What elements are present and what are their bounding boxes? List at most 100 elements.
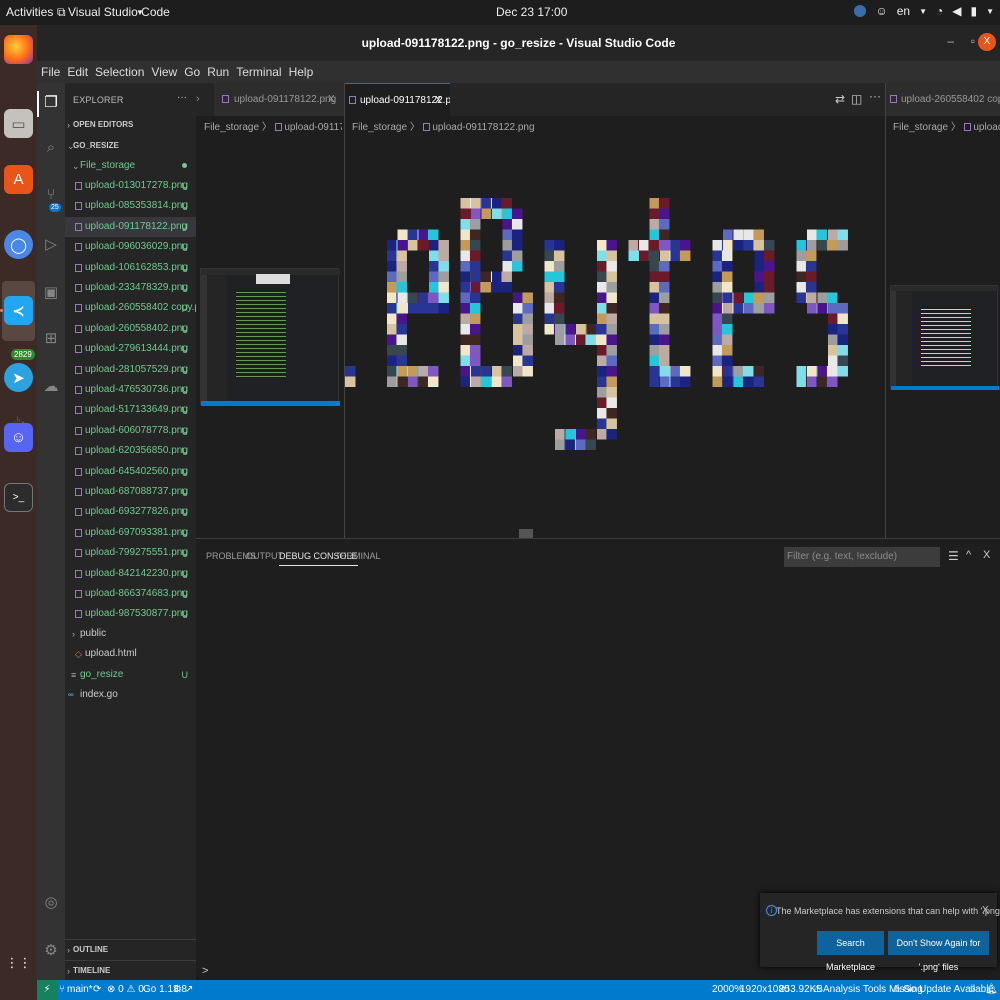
breadcrumb[interactable]: File_storage 〉 upload-091178122.png [352,118,872,133]
image-viewer-zoomed[interactable] [345,135,885,538]
remote-explorer-icon[interactable]: ▣ [41,283,61,303]
app-menu[interactable]: Visual Studio Code [68,5,170,19]
search-icon[interactable]: ⌕ [41,139,61,159]
extensions-icon[interactable]: ⊞ [41,329,61,349]
tab-left-image[interactable]: upload-091178122.png X [214,83,344,116]
battery-icon[interactable]: ▮ [970,4,977,18]
file-row[interactable]: upload-260558402.png U [65,319,196,339]
project-section[interactable]: ⌄ GO_RESIZE [65,136,196,156]
file-index-go[interactable]: ∞ index.go [65,685,196,705]
system-tray[interactable]: ☺ en ▼ ◔ ◀ ▮ ▼ [854,4,994,18]
breadcrumb-file[interactable]: upload-091178122.png [284,122,342,133]
search-marketplace-button[interactable]: Search Marketplace [817,931,884,972]
git-branch[interactable]: main* [67,984,93,995]
terminal-icon[interactable]: >_ [4,483,33,512]
menu-edit[interactable]: Edit [67,65,88,79]
maximize-icon[interactable]: ▫ [971,34,975,48]
file-row[interactable]: upload-799275551.png U [65,543,196,563]
menu-file[interactable]: File [41,65,60,79]
problems-count[interactable]: ⊗ 0 ⚠ 0 [107,984,144,995]
breadcrumb-folder[interactable]: File_storage [352,122,407,133]
file-row[interactable]: upload-096036029.png U [65,237,196,257]
split-editor-icon[interactable]: ◫ [851,92,862,106]
remote-indicator-icon[interactable]: ⚡ [37,980,57,1000]
telegram-icon[interactable]: ➤ [4,363,33,392]
file-row[interactable]: upload-987530877.png U [65,604,196,624]
menu-terminal[interactable]: Terminal [236,65,281,79]
file-row[interactable]: upload-233478329.png U [65,278,196,298]
file-row[interactable]: upload-279613444.png U [65,339,196,359]
show-applications-icon[interactable]: ⋮⋮ [4,948,33,977]
breadcrumb-file[interactable]: upload-2605584 [973,122,1000,133]
dont-show-again-button[interactable]: Don't Show Again for '.png' files [888,931,989,972]
file-row[interactable]: upload-013017278.png U [65,176,196,196]
file-row[interactable]: upload-842142230.png U [65,564,196,584]
more-actions-icon[interactable]: ··· [177,92,187,103]
discord-tray-icon[interactable]: ☺ [875,4,887,18]
file-row[interactable]: upload-106162853.png U [65,258,196,278]
timeline-section[interactable]: › TIMELINE [65,960,196,980]
wifi-icon[interactable]: ◔ [936,4,943,18]
explorer-icon[interactable]: ❐ [41,93,61,113]
discord-icon[interactable]: ☺ [4,423,33,452]
clock[interactable]: Dec 23 17:00 [496,5,567,19]
tray-app-icon[interactable] [854,5,867,17]
file-row[interactable]: upload-697093381.png U [65,523,196,543]
file-row[interactable]: upload-687088737.png U [65,482,196,502]
console-prompt[interactable]: > [202,965,208,977]
activities-button[interactable]: Activities [6,5,53,19]
volume-icon[interactable]: ◀ [952,4,961,18]
accounts-icon[interactable]: ◎ [41,893,61,913]
tools-icon[interactable]: ⚙ [173,984,182,995]
file-row[interactable]: upload-260558402 copy.pngU [65,298,196,318]
close-window-icon[interactable]: X [978,33,996,51]
feedback-icon[interactable]: ☺ [967,984,977,995]
file-upload-html[interactable]: ◇ upload.html [65,644,196,664]
breadcrumb[interactable]: File_storage 〉 upload-2605584 [893,118,1000,133]
breadcrumb-folder[interactable]: File_storage [893,122,948,133]
breadcrumb-folder[interactable]: File_storage [204,122,259,133]
software-icon[interactable]: A [4,165,33,194]
language-indicator[interactable]: en [897,4,910,18]
open-editors-section[interactable]: › OPEN EDITORS [65,115,196,135]
close-tab-icon[interactable]: X [328,83,335,116]
files-icon[interactable]: ▭ [4,109,33,138]
file-row[interactable]: upload-517133649.png U [65,400,196,420]
menu-help[interactable]: Help [289,65,314,79]
file-row[interactable]: upload-866374683.png U [65,584,196,604]
outline-section[interactable]: › OUTLINE [65,939,196,959]
notifications-bell-icon[interactable]: 🔔︎ [985,984,998,995]
docker-icon[interactable]: ☁ [41,377,61,397]
scrollbar-thumb[interactable] [519,529,533,538]
tab-terminal[interactable]: TERMINAL [335,551,381,561]
maximize-panel-icon[interactable]: ^ [966,549,971,561]
tab-output[interactable]: OUTPUT [246,551,283,561]
file-row[interactable]: upload-693277826.png U [65,502,196,522]
open-changes-icon[interactable]: ⇄ [835,92,845,106]
file-row[interactable]: upload-606078778.png U [65,421,196,441]
file-row[interactable]: upload-281057529.png U [65,360,196,380]
debug-console-filter-input[interactable]: Filter (e.g. text, !exclude) [784,547,940,567]
manage-gear-icon[interactable]: ⚙ [41,941,61,961]
close-panel-icon[interactable]: X [983,549,990,561]
live-share-icon[interactable]: ↗ [185,984,193,995]
file-row[interactable]: upload-620356850.png U [65,441,196,461]
file-row[interactable]: upload-645402560.png U [65,462,196,482]
tab-right-image[interactable]: upload-260558402 copy. [886,83,1000,116]
sync-icon[interactable]: ⟳ [93,984,101,995]
more-actions-icon[interactable]: ··· [869,89,881,103]
file-row[interactable]: upload-476530736.png U [65,380,196,400]
firefox-icon[interactable] [4,35,33,64]
clear-console-icon[interactable]: ☰ [948,549,959,563]
close-tab-icon[interactable]: X [435,84,442,116]
zoom-level[interactable]: 2000% [712,984,743,995]
go-update-status[interactable]: Go Update Available [903,984,994,995]
menu-selection[interactable]: Selection [95,65,144,79]
menu-run[interactable]: Run [207,65,229,79]
menu-view[interactable]: View [151,65,177,79]
tab-center-image[interactable]: upload-091178122.png X [345,83,450,116]
file-go-resize[interactable]: ≡ go_resize U [65,665,196,685]
system-menu-chevron-icon[interactable]: ▼ [986,7,994,16]
run-debug-icon[interactable]: ▷ [41,235,61,255]
close-notification-icon[interactable]: X [982,905,989,916]
